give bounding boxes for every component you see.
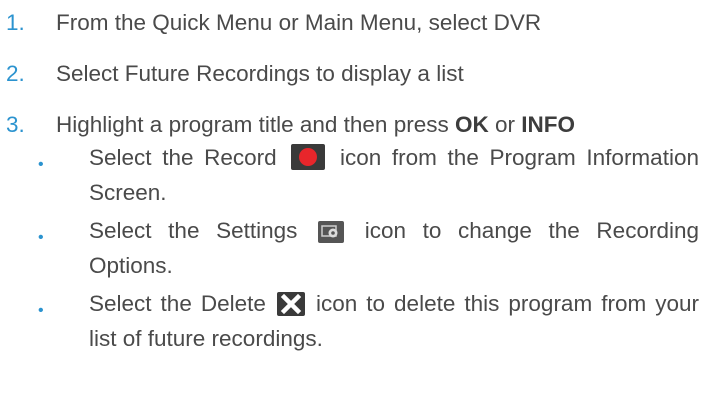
step-number: 2. (6, 61, 25, 86)
bullet-text-before: Select the Settings (89, 218, 298, 243)
step-number: 1. (6, 10, 25, 35)
step-1: 1. From the Quick Menu or Main Menu, sele… (6, 8, 541, 38)
step-text-or: or (488, 112, 522, 137)
bullet-settings: Select the Settings icon to change the R… (89, 216, 699, 281)
step-text: Highlight a program title and then press (56, 112, 455, 137)
bullet-marker: • (38, 156, 44, 173)
step-text: Select Future Recordings to display a li… (56, 61, 464, 86)
bullet-marker: • (38, 302, 44, 319)
instructions-document: 1. From the Quick Menu or Main Menu, sele… (0, 0, 716, 404)
bullet-text-before: Select the Delete (89, 291, 266, 316)
delete-icon (276, 292, 305, 324)
bullet-record: Select the Record icon from the Program … (89, 143, 699, 208)
step-text: From the Quick Menu or Main Menu, select… (56, 10, 542, 35)
info-key-label: INFO (521, 112, 575, 137)
bullet-marker: • (38, 229, 44, 246)
ok-key-label: OK (454, 112, 489, 137)
step-2: 2. Select Future Recordings to display a … (6, 59, 464, 89)
settings-icon (318, 221, 345, 251)
step-number: 3. (6, 112, 25, 137)
bullet-delete: Select the Delete icon to delete this pr… (89, 289, 699, 354)
bullet-text-before: Select the Record (89, 145, 277, 170)
record-icon (291, 144, 326, 178)
step-3: 3. Highlight a program title and then pre… (6, 110, 575, 140)
